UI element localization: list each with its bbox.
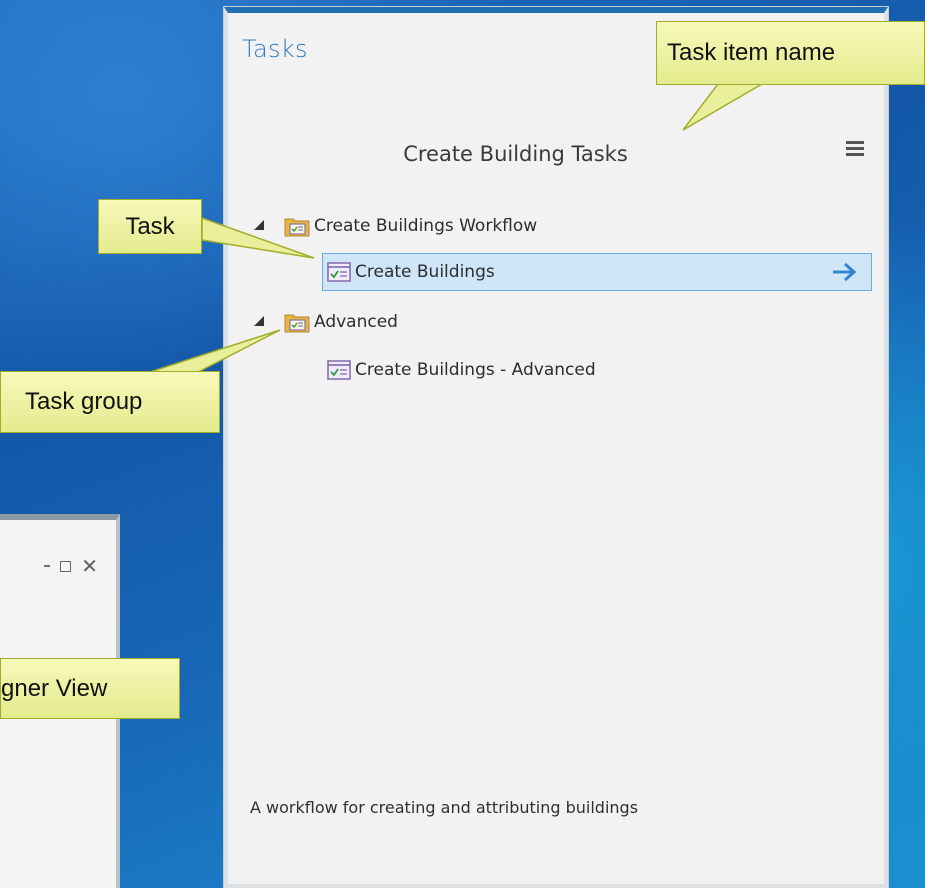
callout-task-group: Task group — [0, 371, 220, 433]
task-icon — [327, 262, 351, 282]
task-icon — [327, 360, 351, 380]
expander-expanded-icon[interactable] — [252, 219, 266, 233]
task-group-row[interactable]: Advanced — [252, 305, 398, 339]
tasks-pane: Tasks Create Building Tasks Create Build… — [224, 7, 888, 888]
task-row-selected[interactable]: Create Buildings — [322, 253, 872, 291]
expander-expanded-icon[interactable] — [252, 315, 266, 329]
pane-title: Tasks — [242, 35, 308, 63]
task-row[interactable]: Create Buildings - Advanced — [327, 353, 596, 387]
callout-task: Task — [98, 199, 202, 254]
desktop-background: ✕ Tasks Create Building Tasks Create Bui… — [0, 0, 925, 888]
callout-task-item-name: Task item name — [656, 21, 925, 85]
task-label: Create Buildings — [355, 262, 495, 282]
close-icon[interactable]: ✕ — [81, 556, 98, 576]
task-label: Create Buildings - Advanced — [355, 360, 596, 380]
task-group-folder-icon — [284, 218, 310, 237]
task-group-row[interactable]: Create Buildings Workflow — [252, 209, 537, 243]
task-group-label: Advanced — [314, 312, 398, 332]
task-group-label: Create Buildings Workflow — [314, 216, 538, 236]
maximize-icon[interactable] — [60, 560, 72, 572]
task-group-folder-icon — [284, 314, 310, 333]
task-item-name: Create Building Tasks — [403, 142, 628, 166]
window-controls: ✕ — [44, 556, 98, 576]
task-item-description: A workflow for creating and attributing … — [250, 798, 639, 817]
hamburger-menu-icon[interactable] — [846, 141, 864, 157]
callout-designer-view: gner View — [0, 658, 180, 719]
run-task-arrow-icon[interactable] — [831, 262, 857, 282]
minimize-icon[interactable] — [44, 565, 51, 567]
